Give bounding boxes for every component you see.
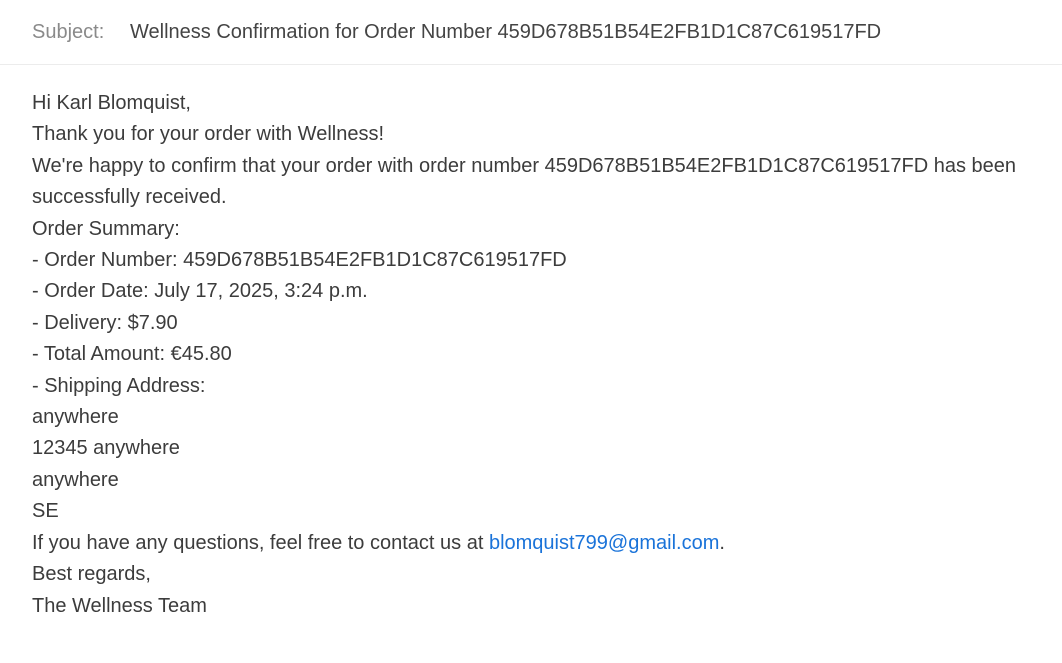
- order-summary-heading: Order Summary:: [32, 217, 180, 240]
- contact-line: If you have any questions, feel free to …: [32, 528, 1032, 559]
- order-date-line: - Order Date: July 17, 2025, 3:24 p.m.: [32, 280, 368, 303]
- email-subject-bar: Subject: Wellness Confirmation for Order…: [0, 0, 1062, 65]
- address-line-3: anywhere: [32, 468, 119, 491]
- contact-suffix: .: [719, 531, 725, 554]
- delivery-line: - Delivery: $7.90: [32, 311, 178, 334]
- shipping-address-heading: - Shipping Address:: [32, 374, 206, 397]
- thanks-line: Thank you for your order with Wellness!: [32, 123, 385, 146]
- greeting: Hi Karl Blomquist,: [32, 92, 191, 114]
- email-subject: Wellness Confirmation for Order Number 4…: [130, 20, 882, 43]
- address-line-2: 12345 anywhere: [32, 437, 180, 460]
- order-number-line: - Order Number: 459D678B51B54E2FB1D1C87C…: [32, 249, 567, 272]
- address-line-1: anywhere: [32, 406, 119, 429]
- contact-prefix: If you have any questions, feel free to …: [32, 531, 489, 554]
- email-body: Hi Karl Blomquist, Thank you for your or…: [32, 88, 1032, 622]
- signature: The Wellness Team: [32, 594, 207, 617]
- subject-label: Subject:: [32, 20, 105, 43]
- address-country: SE: [32, 500, 59, 523]
- total-amount-line: - Total Amount: €45.80: [32, 343, 232, 366]
- regards-line: Best regards,: [32, 563, 151, 586]
- contact-email-link[interactable]: blomquist799@gmail.com: [489, 532, 719, 554]
- confirmation-line: We're happy to confirm that your order w…: [32, 154, 1017, 209]
